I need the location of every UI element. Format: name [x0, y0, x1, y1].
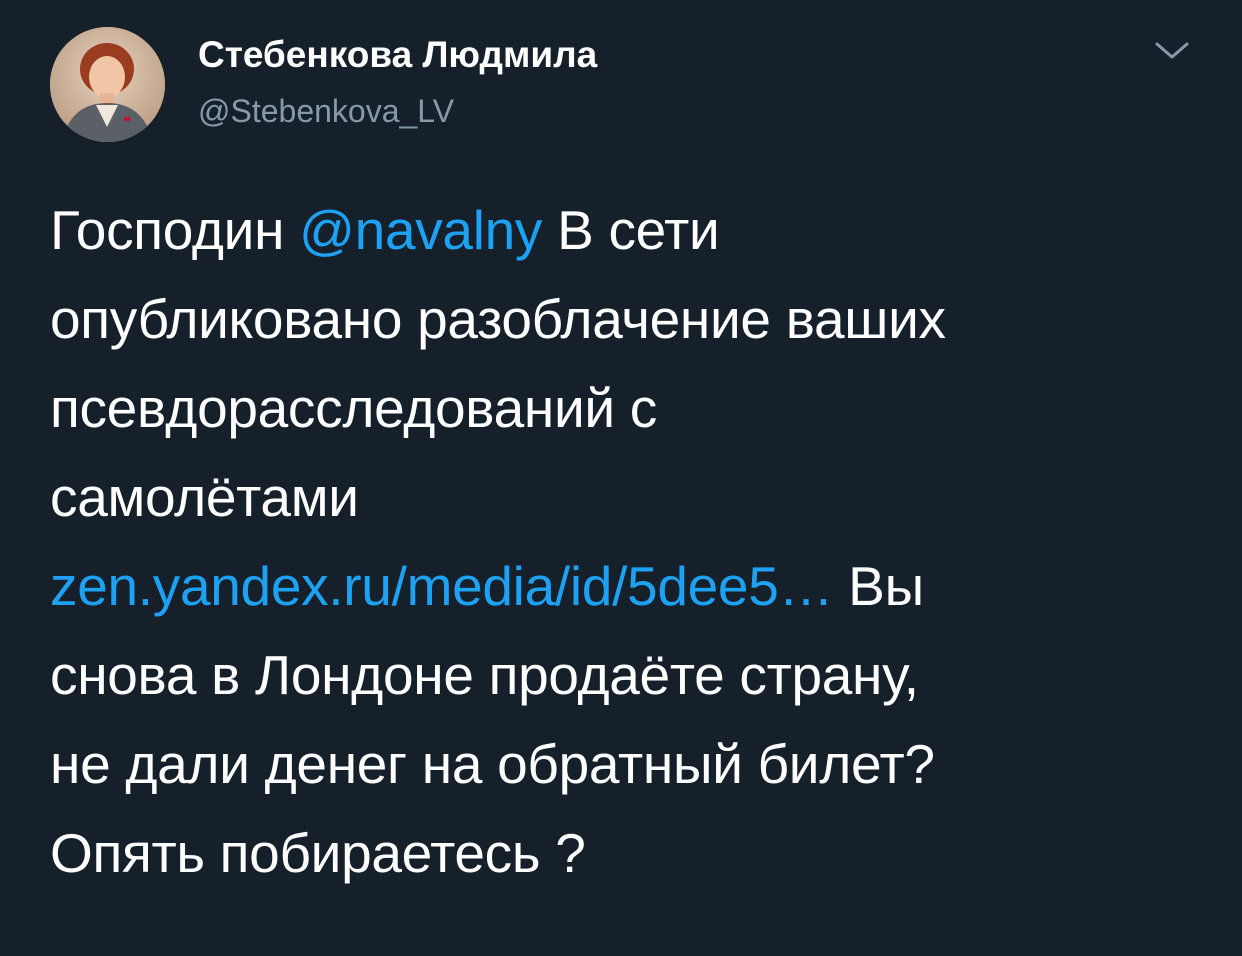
- tweet-menu-button[interactable]: [1152, 36, 1192, 66]
- tweet-line: снова в Лондоне продаёте страну,: [50, 644, 919, 706]
- tweet-text: Господин @navalny В сети опубликовано ра…: [50, 186, 1200, 898]
- tweet-line: псевдорасследований с: [50, 377, 657, 439]
- profile-photo-icon: [50, 27, 165, 142]
- tweet-text-segment: Господин: [50, 199, 300, 261]
- tweet-text-segment: Вы: [833, 555, 924, 617]
- chevron-down-icon: [1155, 42, 1189, 59]
- url-link[interactable]: zen.yandex.ru/media/id/5dee5…: [50, 555, 834, 617]
- mention-link[interactable]: @navalny: [299, 199, 542, 261]
- author-avatar[interactable]: [50, 27, 165, 142]
- tweet-line: самолётами: [50, 466, 359, 528]
- tweet-line: Господин @navalny В сети: [50, 186, 1200, 275]
- tweet-line: zen.yandex.ru/media/id/5dee5… Вы: [50, 542, 1200, 631]
- tweet-line: не дали денег на обратный билет?: [50, 733, 935, 795]
- tweet-line: Опять побираетесь ?: [50, 822, 586, 884]
- tweet-card: Стебенкова Людмила @Stebenkova_LV Господ…: [0, 0, 1242, 956]
- author-name[interactable]: Стебенкова Людмила: [198, 33, 597, 77]
- author-handle[interactable]: @Stebenkova_LV: [198, 91, 454, 131]
- tweet-line: опубликовано разоблачение ваших: [50, 288, 946, 350]
- tweet-text-segment: В сети: [542, 199, 720, 261]
